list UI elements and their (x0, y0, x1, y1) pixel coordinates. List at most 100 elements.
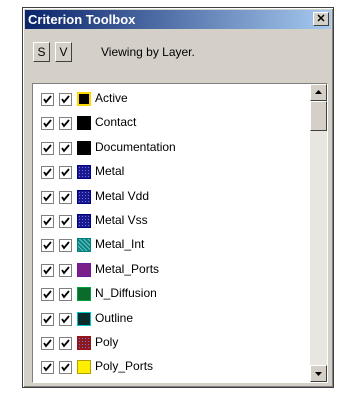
checkmark-icon (61, 192, 70, 202)
layer-rows: Active Contact Documentation Metal Metal Vdd… (33, 88, 309, 381)
layer-color-swatch (77, 140, 91, 155)
layer-list: Active Contact Documentation Metal Metal Vdd… (32, 83, 328, 383)
s-button[interactable]: S (33, 42, 50, 62)
selectable-checkbox[interactable] (41, 312, 54, 326)
v-button[interactable]: V (55, 42, 72, 62)
visible-checkbox[interactable] (59, 214, 72, 228)
layer-color-swatch (77, 189, 91, 204)
layer-name: N_Diffusion (95, 286, 157, 301)
checkmark-icon (43, 95, 52, 104)
layer-row[interactable]: Metal Vss (33, 210, 309, 234)
layer-name: Metal_Ports (95, 261, 160, 276)
criterion-toolbox-window: Criterion Toolbox ✕ S V Viewing by Layer… (22, 7, 334, 388)
layer-color-swatch (77, 311, 91, 326)
checkmark-icon (61, 241, 70, 250)
layer-color-swatch (77, 335, 91, 350)
layer-name: Documentation (95, 139, 176, 154)
layer-row[interactable]: Metal Vdd (33, 186, 309, 210)
layer-row[interactable]: Poly_Ports (33, 356, 309, 380)
scroll-down-button[interactable] (310, 365, 327, 382)
visible-checkbox[interactable] (59, 117, 72, 131)
title-bar: Criterion Toolbox ✕ (25, 10, 331, 29)
toolbar: S V Viewing by Layer. (33, 42, 313, 64)
visible-checkbox[interactable] (59, 312, 72, 326)
checkmark-icon (43, 266, 52, 275)
checkmark-icon (43, 363, 52, 372)
visible-checkbox[interactable] (59, 239, 72, 253)
layer-name: Metal (95, 164, 125, 179)
checkmark-icon (43, 119, 52, 128)
arrow-down-icon (315, 372, 322, 376)
layer-color-swatch (77, 116, 91, 131)
window-title: Criterion Toolbox (28, 12, 136, 27)
layer-color-swatch (77, 238, 91, 253)
layer-color-swatch (77, 262, 91, 277)
layer-name: Metal_Int (95, 237, 145, 252)
visible-checkbox[interactable] (59, 263, 72, 277)
layer-color-swatch (77, 165, 91, 180)
checkmark-icon (43, 192, 52, 202)
checkmark-icon (61, 266, 70, 275)
layer-row[interactable]: Contact (33, 112, 309, 136)
layer-name: Active (95, 91, 128, 105)
visible-checkbox[interactable] (59, 93, 72, 106)
selectable-checkbox[interactable] (41, 190, 54, 204)
checkmark-icon (61, 314, 70, 324)
layer-name: Metal Vss (95, 212, 148, 227)
checkmark-icon (43, 168, 52, 177)
layer-row[interactable]: N_Diffusion (33, 283, 309, 307)
checkmark-icon (43, 290, 52, 299)
selectable-checkbox[interactable] (41, 117, 54, 131)
selectable-checkbox[interactable] (41, 141, 54, 155)
checkmark-icon (61, 217, 70, 226)
layer-row[interactable]: Poly (33, 332, 309, 356)
selectable-checkbox[interactable] (41, 93, 54, 106)
checkmark-icon (61, 168, 70, 177)
layer-name: Metal Vdd (95, 188, 150, 203)
selectable-checkbox[interactable] (41, 263, 54, 277)
checkmark-icon (61, 363, 70, 372)
visible-checkbox[interactable] (59, 336, 72, 350)
layer-row[interactable]: Documentation (33, 137, 309, 161)
selectable-checkbox[interactable] (41, 166, 54, 180)
checkmark-icon (61, 339, 70, 348)
checkmark-icon (61, 95, 70, 104)
checkmark-icon (43, 144, 52, 153)
layer-name: Poly_Ports (95, 359, 154, 374)
checkmark-icon (43, 241, 52, 250)
layer-color-swatch (77, 92, 91, 106)
checkmark-icon (43, 339, 52, 348)
visible-checkbox[interactable] (59, 361, 72, 375)
checkmark-icon (61, 119, 70, 128)
layer-name: Poly (95, 334, 119, 349)
layer-color-swatch (77, 360, 91, 375)
layer-color-swatch (77, 287, 91, 302)
visible-checkbox[interactable] (59, 166, 72, 180)
layer-row[interactable]: Metal_Int (33, 234, 309, 258)
scroll-thumb[interactable] (310, 101, 327, 131)
selectable-checkbox[interactable] (41, 239, 54, 253)
visible-checkbox[interactable] (59, 288, 72, 302)
selectable-checkbox[interactable] (41, 288, 54, 302)
visible-checkbox[interactable] (59, 141, 72, 155)
layer-row[interactable]: Metal_Ports (33, 259, 309, 283)
checkmark-icon (61, 290, 70, 299)
layer-name: Contact (95, 115, 137, 130)
selectable-checkbox[interactable] (41, 214, 54, 228)
arrow-up-icon (315, 90, 322, 94)
close-button[interactable]: ✕ (313, 12, 329, 26)
layer-row[interactable]: Outline (33, 308, 309, 332)
layer-name: Outline (95, 310, 134, 325)
viewing-mode-label: Viewing by Layer. (101, 45, 195, 59)
layer-row[interactable]: Metal (33, 161, 309, 185)
selectable-checkbox[interactable] (41, 361, 54, 375)
layer-color-swatch (77, 213, 91, 228)
visible-checkbox[interactable] (59, 190, 72, 204)
selectable-checkbox[interactable] (41, 336, 54, 350)
checkmark-icon (43, 314, 52, 324)
checkmark-icon (61, 144, 70, 153)
scroll-up-button[interactable] (310, 84, 327, 101)
checkmark-icon (43, 217, 52, 226)
layer-row[interactable]: Active (33, 88, 309, 112)
vertical-scrollbar[interactable] (310, 84, 327, 382)
